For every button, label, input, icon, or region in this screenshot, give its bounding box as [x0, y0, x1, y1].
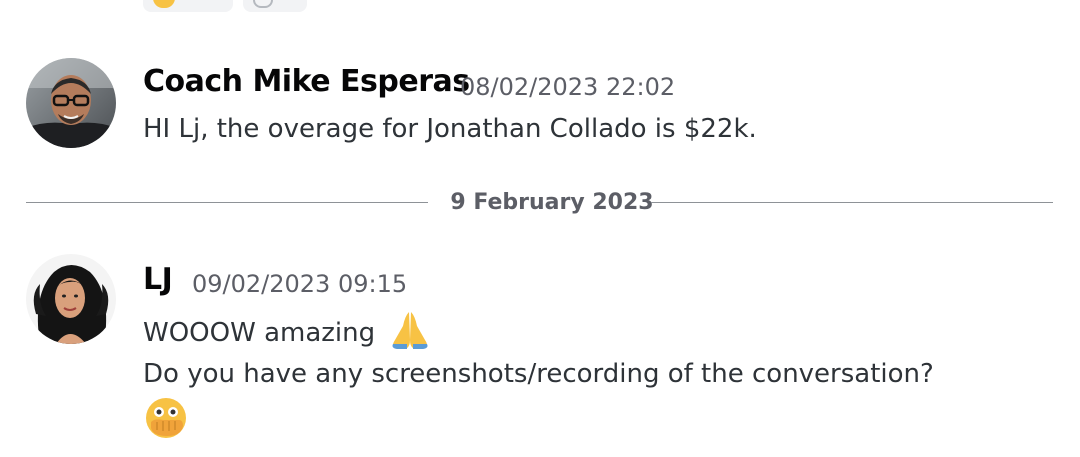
reaction-emoji-icon — [253, 0, 273, 8]
face-with-hand-over-mouth-emoji-icon — [143, 396, 189, 447]
folded-hands-emoji-icon — [387, 310, 433, 357]
author-name[interactable]: LJ — [143, 262, 173, 297]
avatar-photo-woman-icon — [26, 254, 116, 344]
date-divider-label: 9 February 2023 — [450, 190, 654, 215]
author-name[interactable]: Coach Mike Esperas — [143, 64, 470, 99]
reaction-button[interactable] — [143, 0, 233, 12]
date-divider: 9 February 2023 — [26, 190, 1053, 216]
message-text: Do you have any screenshots/recording of… — [143, 359, 934, 389]
message-text-line-1: WOOOW amazing — [143, 310, 433, 357]
avatar-photo-man-icon — [26, 58, 116, 148]
avatar[interactable] — [26, 58, 116, 148]
message-timestamp: 08/02/2023 22:02 — [460, 73, 676, 101]
message-emoji-line — [143, 396, 189, 447]
divider-line-right — [651, 202, 1053, 203]
reaction-row — [143, 0, 307, 12]
add-reaction-button[interactable] — [243, 0, 307, 12]
avatar[interactable] — [26, 254, 116, 344]
message-text: HI Lj, the overage for Jonathan Collado … — [143, 114, 757, 144]
divider-line-left — [26, 202, 428, 203]
message-text: WOOOW amazing — [143, 318, 376, 348]
reaction-emoji-icon — [153, 0, 175, 8]
message-timestamp: 09/02/2023 09:15 — [192, 270, 408, 298]
